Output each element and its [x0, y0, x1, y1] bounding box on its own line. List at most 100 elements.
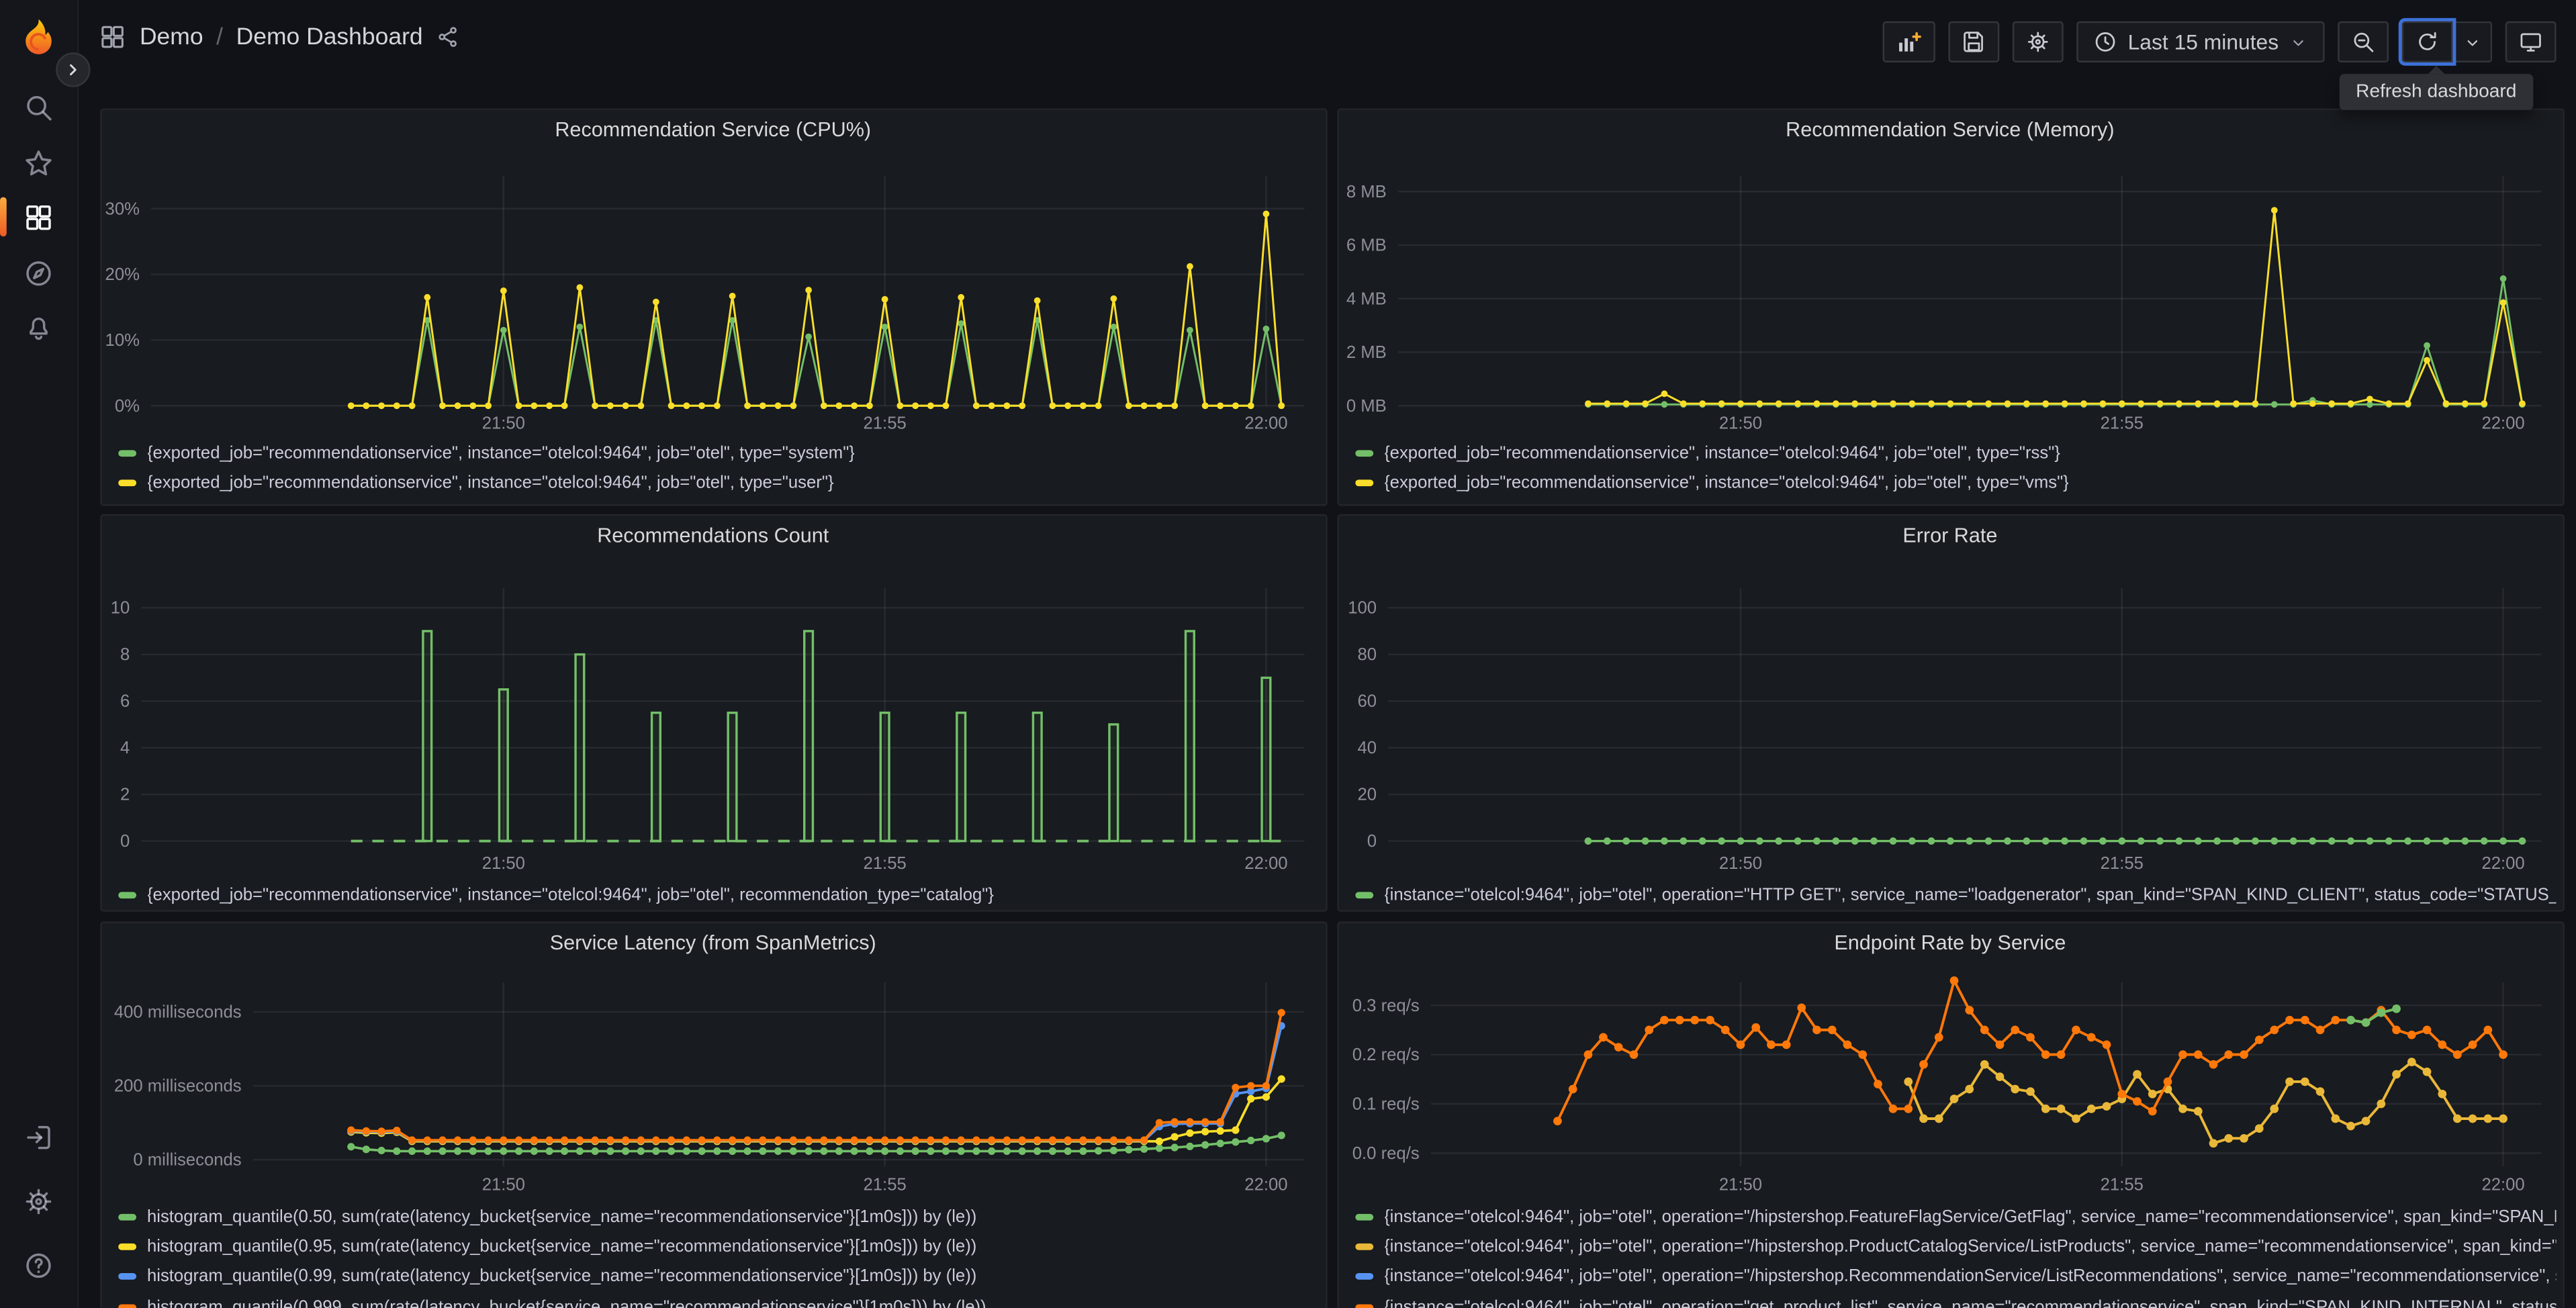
x-tick-label: 21:55 [862, 854, 905, 873]
series-line-p99 [350, 1025, 1282, 1141]
y-tick-label: 6 MB [1346, 235, 1386, 254]
x-tick-label: 22:00 [2481, 854, 2524, 873]
legend-item[interactable]: histogram_quantile(0.95, sum(rate(latenc… [117, 1231, 1318, 1262]
legend-item[interactable]: histogram_quantile(0.50, sum(rate(latenc… [117, 1202, 1318, 1232]
sidebar-item-dashboards[interactable] [0, 189, 77, 244]
sidebar-expand-button[interactable] [56, 52, 91, 87]
legend-swatch-icon [1354, 479, 1373, 487]
breadcrumb-dashboard[interactable]: Demo Dashboard [236, 24, 423, 50]
legend-label[interactable]: {instance="otelcol:9464", job="otel", op… [1384, 1207, 2555, 1226]
bar [726, 711, 737, 843]
sidebar-item-alerting[interactable] [0, 299, 77, 355]
y-tick-label: 30% [104, 199, 138, 218]
sidebar-item-configuration[interactable] [0, 1173, 77, 1229]
add-panel-button[interactable] [1883, 21, 1936, 62]
legend-label[interactable]: {exported_job="recommendationservice", i… [147, 444, 855, 463]
bar [1107, 723, 1119, 843]
legend-label[interactable]: {exported_job="recommendationservice", i… [1384, 473, 2069, 493]
x-tick-label: 21:50 [1718, 413, 1761, 432]
panel-cpu: Recommendation Service (CPU%) 0% 10% 20% 30… [99, 107, 1327, 506]
y-tick-label: 80 [1356, 645, 1376, 664]
refresh-button-group [2401, 21, 2493, 62]
grafana-logo-icon[interactable] [16, 16, 60, 60]
legend-label[interactable]: {exported_job="recommendationservice", i… [147, 885, 994, 904]
legend-item[interactable]: {instance="otelcol:9464", job="otel", op… [1354, 880, 2555, 910]
panel-mem: Recommendation Service (Memory) 0 MB 2 MB… [1336, 107, 2564, 506]
legend-item[interactable]: {exported_job="recommendationservice", i… [117, 469, 1318, 498]
panel-plot[interactable]: 0 20 40 60 80 100 21:50 21:55 22:00 [1338, 516, 2563, 910]
y-tick-label: 2 [120, 786, 129, 804]
y-tick-label: 40 [1356, 739, 1376, 757]
x-tick-label: 22:00 [1244, 413, 1287, 432]
legend-label[interactable]: {instance="otelcol:9464", job="otel", op… [1384, 1267, 2555, 1287]
tooltip-refresh-dashboard: Refresh dashboard [2339, 65, 2533, 110]
legend-item[interactable]: {instance="otelcol:9464", job="otel", op… [1354, 1292, 2555, 1308]
legend-label[interactable]: {instance="otelcol:9464", job="otel", op… [1384, 1297, 2555, 1308]
y-tick-label: 20% [104, 265, 138, 283]
bar [1183, 630, 1195, 843]
sidebar-item-sign-in[interactable] [0, 1109, 77, 1164]
bar [649, 711, 661, 843]
y-tick-label: 0.1 req/s [1352, 1094, 1419, 1113]
legend-swatch-icon [1354, 1243, 1373, 1250]
dashboard-settings-button[interactable] [2013, 21, 2064, 62]
legend-item[interactable]: {instance="otelcol:9464", job="otel", op… [1354, 1202, 2555, 1232]
legend-label[interactable]: {instance="otelcol:9464", job="otel", op… [1384, 885, 2555, 904]
bar-chart-plus-icon [1899, 31, 1922, 51]
legend-label[interactable]: histogram_quantile(0.99, sum(rate(latenc… [147, 1267, 976, 1287]
legend-item[interactable]: {exported_job="recommendationservice", i… [117, 439, 1318, 469]
y-tick-label: 4 [120, 739, 129, 757]
legend-label[interactable]: histogram_quantile(0.999, sum(rate(laten… [147, 1297, 986, 1308]
refresh-interval-dropdown[interactable] [2452, 21, 2493, 62]
series-line-p95 [350, 1077, 1282, 1142]
chevron-down-icon [2467, 39, 2477, 46]
time-range-picker[interactable]: Last 15 minutes [2076, 21, 2325, 62]
share-dashboard-button[interactable] [436, 25, 461, 50]
legend-item[interactable]: histogram_quantile(0.999, sum(rate(laten… [117, 1292, 1318, 1308]
legend-item[interactable]: histogram_quantile(0.99, sum(rate(latenc… [117, 1262, 1318, 1292]
refresh-dashboard-button[interactable] [2401, 21, 2453, 62]
legend-item[interactable]: {exported_job="recommendationservice", i… [1354, 469, 2555, 498]
x-tick-label: 21:55 [2099, 854, 2142, 873]
x-tick-label: 21:50 [481, 1174, 524, 1193]
zoom-out-time-button[interactable] [2338, 21, 2389, 62]
legend-label[interactable]: histogram_quantile(0.50, sum(rate(latenc… [147, 1207, 976, 1226]
breadcrumb-folder[interactable]: Demo [140, 24, 203, 50]
sidebar-item-help[interactable] [0, 1237, 77, 1293]
series-line-type-user [350, 212, 1282, 406]
time-range-label: Last 15 minutes [2127, 30, 2279, 54]
legend-label[interactable]: {exported_job="recommendationservice", i… [1384, 444, 2060, 463]
sidebar-item-explore[interactable] [0, 245, 77, 301]
y-tick-label: 6 [120, 692, 129, 711]
legend-swatch-icon [1354, 1303, 1373, 1308]
legend-label[interactable]: histogram_quantile(0.95, sum(rate(latenc… [147, 1237, 976, 1256]
series-line-get-product-list [1555, 978, 2504, 1121]
y-tick-label: 10 [109, 599, 129, 618]
kiosk-mode-button[interactable] [2505, 21, 2557, 62]
star-icon [26, 150, 52, 175]
panel-legend: {exported_job="recommendationservice", i… [117, 439, 1318, 498]
panel-legend: {exported_job="recommendationservice", i… [117, 880, 1318, 910]
sidebar-item-search[interactable] [0, 79, 77, 134]
panel-lat: Service Latency (from SpanMetrics) 0 mil… [99, 921, 1327, 1308]
legend-item[interactable]: {exported_job="recommendationservice", i… [1354, 439, 2555, 469]
compass-icon [26, 260, 51, 285]
legend-item[interactable]: {exported_job="recommendationservice", i… [117, 880, 1318, 910]
legend-label[interactable]: {instance="otelcol:9464", job="otel", op… [1384, 1237, 2555, 1256]
chevron-down-icon [2293, 39, 2303, 46]
sidebar-item-starred[interactable] [0, 135, 77, 191]
panel-legend: {instance="otelcol:9464", job="otel", op… [1354, 1202, 2555, 1308]
clock-icon [2096, 32, 2115, 52]
y-tick-label: 0% [114, 396, 139, 415]
apps-icon [101, 26, 124, 48]
legend-item[interactable]: {instance="otelcol:9464", job="otel", op… [1354, 1262, 2555, 1292]
panel-plot[interactable]: 0 2 4 6 8 10 21:50 21:55 22:00 [101, 516, 1325, 910]
door-arrow-icon [27, 1125, 50, 1149]
legend-label[interactable]: {exported_job="recommendationservice", i… [147, 473, 834, 493]
legend-item[interactable]: {instance="otelcol:9464", job="otel", op… [1354, 1231, 2555, 1262]
save-dashboard-button[interactable] [1948, 21, 2000, 62]
y-tick-label: 0 MB [1346, 396, 1386, 415]
apps-icon [26, 204, 51, 230]
y-tick-label: 4 MB [1346, 289, 1386, 308]
x-tick-label: 22:00 [2481, 1174, 2524, 1193]
